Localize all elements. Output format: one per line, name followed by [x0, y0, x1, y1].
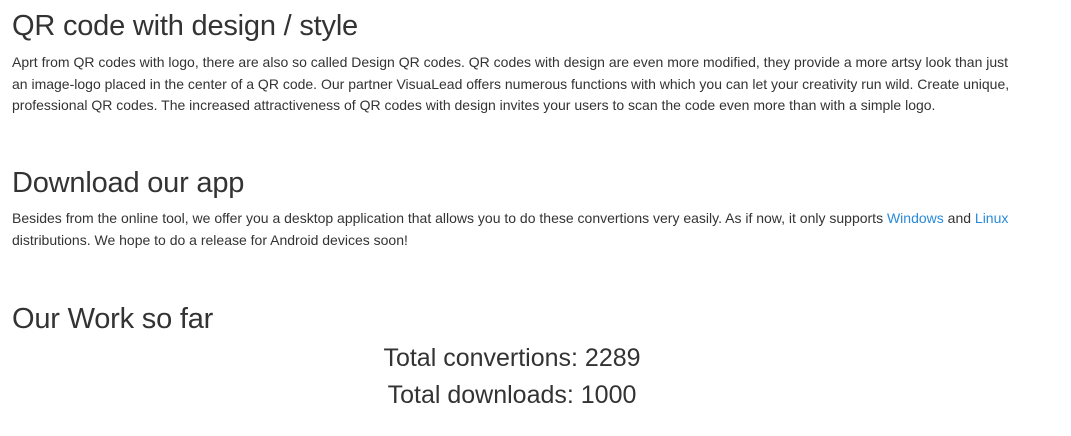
- total-convertions-stat: Total convertions: 2289: [383, 344, 641, 372]
- design-qr-description: Aprt from QR codes with logo, there are …: [12, 54, 1010, 113]
- download-app-text-end: distributions. We hope to do a release f…: [12, 231, 408, 248]
- download-app-heading: Download our app: [12, 167, 245, 199]
- download-app-text-start: Besides from the online tool, we offer y…: [12, 210, 887, 226]
- our-work-heading: Our Work so far: [12, 303, 214, 335]
- design-qr-heading: QR code with design / style: [12, 10, 358, 42]
- windows-link[interactable]: Windows: [887, 210, 944, 226]
- total-downloads-stat: Total downloads: 1000: [387, 381, 637, 409]
- linux-link[interactable]: Linux: [975, 210, 1008, 226]
- download-app-description: Besides from the online tool, we offer y…: [12, 208, 1012, 251]
- download-app-text-and: and: [943, 210, 975, 226]
